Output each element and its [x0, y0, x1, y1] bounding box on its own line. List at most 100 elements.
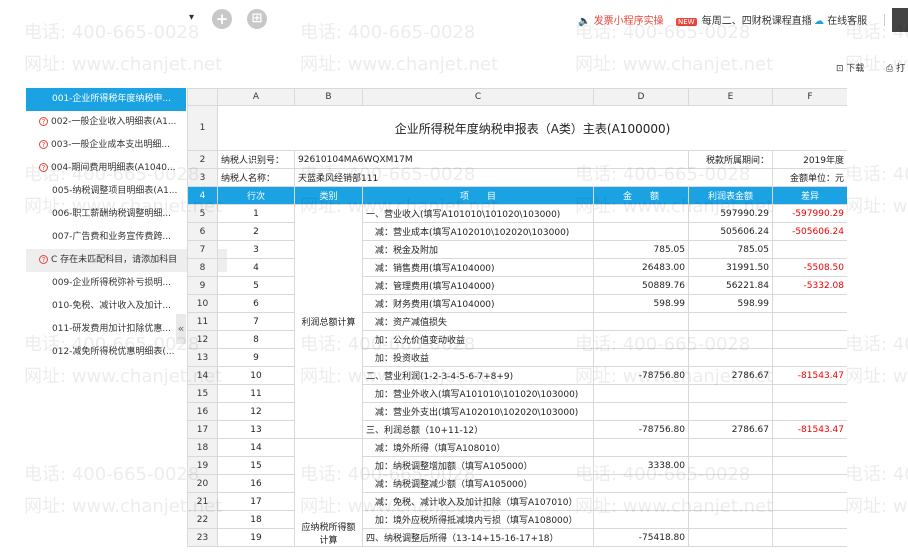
avatar[interactable]: [892, 8, 908, 32]
watermark-text: 电话: 400-665-0028: [24, 464, 200, 485]
profit-amount-cell: [688, 474, 773, 493]
profit-amount-cell: [688, 492, 773, 511]
difference-cell: [772, 456, 847, 475]
taxpayer-id-value[interactable]: 92610104MA6WQXM17M: [294, 150, 689, 169]
column-header[interactable]: E: [688, 88, 773, 106]
amount-cell[interactable]: -78756.80: [593, 366, 689, 385]
line-number: 14: [217, 438, 295, 457]
column-header[interactable]: A: [217, 88, 295, 106]
collapse-sidebar-button[interactable]: «: [176, 314, 186, 344]
item-cell: 减：管理费用(填写A104000): [362, 276, 594, 295]
line-number: 4: [217, 258, 295, 277]
header-amount: 金 额: [593, 186, 689, 205]
sidebar-item-9[interactable]: 009-企业所得税弥补亏损明...: [26, 272, 186, 295]
sidebar-item-3[interactable]: ? 003-一般企业成本支出明细...: [26, 134, 186, 157]
difference-cell: [772, 312, 847, 331]
sidebar-item-6[interactable]: 006-职工薪酬纳税调整明细...: [26, 203, 186, 226]
sidebar-item-label: 012-减免所得税优惠明细表(...: [52, 347, 175, 357]
sidebar-item-11[interactable]: 011-研发费用加计扣除优惠...: [26, 318, 186, 341]
profit-amount-cell: [688, 384, 773, 403]
amount-cell[interactable]: [593, 474, 689, 493]
amount-cell[interactable]: [593, 330, 689, 349]
item-cell: 减：纳税调整减少额（填写A105000）: [362, 474, 594, 493]
amount-cell[interactable]: 598.99: [593, 294, 689, 313]
divider: [884, 14, 885, 26]
unit-label: 金额单位：元: [772, 168, 847, 187]
dropdown-arrow-icon[interactable]: ▾: [189, 12, 194, 23]
live-course-link[interactable]: NEW 每周二、四财税课程直播: [676, 12, 812, 27]
sidebar-item-4[interactable]: ? 004-期间费用明细表(A1040...: [26, 157, 186, 180]
line-number: 17: [217, 492, 295, 511]
sidebar-item-7[interactable]: 007-广告费和业务宣传费跨...: [26, 226, 186, 249]
table-row: 16 12 减：营业外支出(填写A102010\102020\103000): [187, 402, 847, 421]
sidebar-item-2[interactable]: ? 002-一般企业收入明细表(A1...: [26, 111, 186, 134]
grid-icon[interactable]: ⊞: [247, 9, 267, 29]
download-button[interactable]: ⊡ 下载: [836, 61, 864, 74]
profit-amount-cell: 2786.67: [688, 420, 773, 439]
table-row: 12 8 加：公允价值变动收益: [187, 330, 847, 349]
taxpayer-name-value[interactable]: 天蓝柔风经销部111: [294, 168, 773, 187]
amount-cell[interactable]: [593, 222, 689, 241]
amount-cell[interactable]: [593, 312, 689, 331]
column-header[interactable]: D: [593, 88, 689, 106]
sidebar-item-label: 005-纳税调整项目明细表(A1...: [52, 186, 178, 196]
report-list: 001-企业所得税年度纳税申...? 002-一般企业收入明细表(A1...? 00…: [26, 88, 227, 364]
amount-cell[interactable]: [593, 438, 689, 457]
add-icon[interactable]: +: [212, 9, 232, 29]
amount-cell[interactable]: [593, 402, 689, 421]
item-cell: 加：投资收益: [362, 348, 594, 367]
warning-icon: ?: [39, 140, 48, 149]
sidebar-item-12[interactable]: 012-减免所得税优惠明细表(...: [26, 341, 186, 364]
amount-cell[interactable]: 785.05: [593, 240, 689, 259]
item-cell: 加：境外应税所得抵减境内亏损（填写A108000）: [362, 510, 594, 529]
row-number: 4: [187, 186, 218, 205]
sidebar-item-10[interactable]: 010-免税、减计收入及加计...: [26, 295, 186, 318]
toolbar: ⊡ 下载 ⎙ 打: [0, 56, 908, 76]
amount-cell[interactable]: [593, 204, 689, 223]
headset-icon: ☁: [814, 16, 824, 27]
difference-cell: -81543.47: [772, 420, 847, 439]
amount-cell[interactable]: 3338.00: [593, 456, 689, 475]
profit-amount-cell: [688, 402, 773, 421]
difference-cell: [772, 240, 847, 259]
amount-cell[interactable]: 50889.76: [593, 276, 689, 295]
column-header[interactable]: B: [294, 88, 363, 106]
online-service-link[interactable]: ☁ 在线客服: [814, 12, 867, 27]
item-cell: 加：纳税调整增加额（填写A105000）: [362, 456, 594, 475]
column-header[interactable]: C: [362, 88, 594, 106]
line-number: 18: [217, 510, 295, 529]
amount-cell[interactable]: [593, 510, 689, 529]
item-cell: 减：免税、减计收入及加计扣除（填写A107010）: [362, 492, 594, 511]
difference-cell: [772, 528, 847, 547]
print-button[interactable]: ⎙ 打: [886, 61, 905, 74]
line-number: 10: [217, 366, 295, 385]
profit-amount-cell: [688, 330, 773, 349]
table-row: 21 17 减：免税、减计收入及加计扣除（填写A107010）: [187, 492, 847, 511]
amount-cell[interactable]: [593, 384, 689, 403]
amount-cell[interactable]: 26483.00: [593, 258, 689, 277]
watermark-text: 网址: www.chanjet.net: [845, 196, 908, 217]
period-label: 税款所属期间：: [688, 150, 773, 169]
sidebar-item-1[interactable]: 001-企业所得税年度纳税申...: [26, 88, 186, 111]
line-number: 15: [217, 456, 295, 475]
sidebar-item-5[interactable]: 005-纳税调整项目明细表(A1...: [26, 180, 186, 203]
table-row: 15 11 加：营业外收入(填写A101010\101020\103000): [187, 384, 847, 403]
table-row: 17 13 三、利润总额（10+11-12） -78756.80 2786.67 -815…: [187, 420, 847, 439]
row-number: 20: [187, 474, 218, 493]
sidebar-item-label: 001-企业所得税年度纳税申...: [52, 94, 172, 104]
mini-program-link[interactable]: 🔈 发票小程序实操: [578, 12, 664, 27]
table-row: 5 1 利润总额计算 一、营业收入(填写A101010\101020\103000) 5…: [187, 204, 847, 439]
corner-cell[interactable]: [187, 88, 218, 106]
table-row: 14 10 二、营业利润(1-2-3-4-5-6-7+8+9) -78756.80 27…: [187, 366, 847, 385]
row-number: 5: [187, 204, 218, 223]
column-header[interactable]: F: [772, 88, 847, 106]
amount-cell[interactable]: [593, 492, 689, 511]
amount-cell[interactable]: [593, 348, 689, 367]
line-number: 12: [217, 402, 295, 421]
amount-cell[interactable]: -78756.80: [593, 420, 689, 439]
item-cell: 减：资产减值损失: [362, 312, 594, 331]
profit-amount-cell: 785.05: [688, 240, 773, 259]
row-number: 9: [187, 276, 218, 295]
period-value[interactable]: 2019年度: [772, 150, 847, 169]
amount-cell[interactable]: -75418.80: [593, 528, 689, 547]
